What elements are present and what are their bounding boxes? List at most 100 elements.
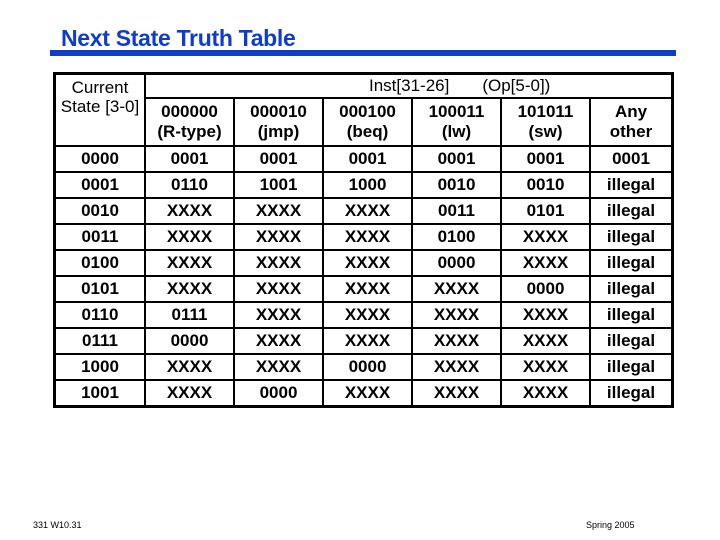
next-state-cell: XXXX (233, 301, 324, 329)
opcode-column-header: 100011 (lw) (411, 97, 502, 147)
next-state-cell: illegal (589, 249, 674, 277)
next-state-cell: XXXX (500, 223, 591, 251)
table-row: 0101 XXXX XXXX XXXX XXXX 0000 illegal (53, 275, 674, 303)
opcode-value: Any (614, 102, 648, 121)
next-state-cell: 0100 (411, 223, 502, 251)
opcode-name: (jmp) (257, 122, 300, 141)
opcode-value: 100011 (428, 102, 485, 121)
current-state-cell: 0110 (53, 301, 146, 329)
next-state-cell: XXXX (322, 327, 413, 355)
next-state-cell: XXXX (322, 275, 413, 303)
opcode-column-header: Any other (589, 97, 674, 147)
table-row: 0001 0110 1001 1000 0010 0010 illegal (53, 171, 674, 199)
next-state-cell: illegal (589, 197, 674, 225)
current-state-cell: 1000 (53, 353, 146, 381)
opcode-value: 000100 (339, 102, 396, 121)
current-state-cell: 0101 (53, 275, 146, 303)
current-state-cell: 0111 (53, 327, 146, 355)
table-row: 1000 XXXX XXXX 0000 XXXX XXXX illegal (53, 353, 674, 381)
opcode-column-header: 000010 (jmp) (233, 97, 324, 147)
next-state-cell: XXXX (322, 197, 413, 225)
next-state-cell: XXXX (411, 275, 502, 303)
next-state-cell: XXXX (233, 249, 324, 277)
table-row: 0100 XXXX XXXX XXXX 0000 XXXX illegal (53, 249, 674, 277)
next-state-cell: XXXX (322, 379, 413, 408)
header-row-2: 000000 (R-type) 000010 (jmp) 000100 (beq) 1000… (55, 97, 674, 147)
next-state-cell: 0101 (500, 197, 591, 225)
opcode-name: other (609, 122, 653, 141)
next-state-cell: 1001 (233, 171, 324, 199)
next-state-truth-table: Current State [3-0] Inst[31-26] (Op[5-0]… (53, 72, 674, 408)
opcode-name: (R-type) (157, 122, 222, 141)
opcode-column-header: 101011 (sw) (500, 97, 591, 147)
next-state-cell: 0000 (233, 379, 324, 408)
next-state-cell: 0001 (411, 145, 502, 173)
op-field-label: (Op[5-0]) (482, 76, 551, 95)
next-state-cell: XXXX (322, 223, 413, 251)
slide-title: Next State Truth Table (61, 25, 296, 51)
next-state-cell: XXXX (144, 197, 235, 225)
next-state-cell: 0000 (322, 353, 413, 381)
next-state-cell: 0010 (500, 171, 591, 199)
next-state-cell: XXXX (144, 223, 235, 251)
opcode-name: (lw) (441, 122, 472, 141)
opcode-column-header: 000100 (beq) (322, 97, 413, 147)
next-state-cell: illegal (589, 379, 674, 408)
next-state-cell: XXXX (322, 301, 413, 329)
table-row: 0010 XXXX XXXX XXXX 0011 0101 illegal (53, 197, 674, 225)
next-state-cell: 0111 (144, 301, 235, 329)
next-state-cell: 0110 (144, 171, 235, 199)
next-state-cell: XXXX (233, 353, 324, 381)
opcode-value: 101011 (517, 102, 574, 121)
next-state-cell: XXXX (500, 379, 591, 408)
opcode-name: (beq) (346, 122, 389, 141)
opcode-column-header: 000000 (R-type) (144, 97, 235, 147)
next-state-cell: 0000 (500, 275, 591, 303)
next-state-cell: 1000 (322, 171, 413, 199)
next-state-cell: 0001 (589, 145, 674, 173)
current-state-cell: 0011 (53, 223, 146, 251)
instruction-header: Inst[31-26] (Op[5-0]) (144, 72, 674, 99)
current-state-cell: 1001 (53, 379, 146, 408)
footer-term-label: Spring 2005 (586, 520, 635, 530)
next-state-cell: illegal (589, 353, 674, 381)
next-state-cell: illegal (589, 223, 674, 251)
title-underline-bar (50, 50, 676, 56)
next-state-cell: XXXX (411, 301, 502, 329)
footer-course-label: 331 W10.31 (33, 520, 82, 530)
next-state-cell: 0001 (500, 145, 591, 173)
opcode-value: 000000 (161, 102, 218, 121)
next-state-cell: 0011 (411, 197, 502, 225)
current-state-cell: 0010 (53, 197, 146, 225)
next-state-cell: XXXX (411, 379, 502, 408)
inst-field-label: Inst[31-26] (369, 76, 450, 95)
table-row: 0000 0001 0001 0001 0001 0001 0001 (53, 145, 674, 173)
next-state-cell: XXXX (144, 353, 235, 381)
next-state-cell: 0000 (144, 327, 235, 355)
next-state-cell: XXXX (144, 249, 235, 277)
next-state-cell: XXXX (233, 327, 324, 355)
next-state-cell: XXXX (233, 197, 324, 225)
opcode-name: (sw) (528, 122, 563, 141)
next-state-cell: XXXX (144, 275, 235, 303)
current-state-cell: 0100 (53, 249, 146, 277)
next-state-cell: 0001 (322, 145, 413, 173)
next-state-cell: 0010 (411, 171, 502, 199)
current-state-cell: 0001 (53, 171, 146, 199)
table-row: 0110 0111 XXXX XXXX XXXX XXXX illegal (53, 301, 674, 329)
table-row: 0011 XXXX XXXX XXXX 0100 XXXX illegal (53, 223, 674, 251)
next-state-cell: illegal (589, 171, 674, 199)
table-row: 1001 XXXX 0000 XXXX XXXX XXXX illegal (53, 379, 674, 408)
next-state-cell: 0000 (411, 249, 502, 277)
next-state-cell: XXXX (500, 249, 591, 277)
next-state-cell: XXXX (233, 275, 324, 303)
next-state-cell: XXXX (144, 379, 235, 408)
next-state-cell: 0001 (233, 145, 324, 173)
table-row: 0111 0000 XXXX XXXX XXXX XXXX illegal (53, 327, 674, 355)
next-state-cell: illegal (589, 301, 674, 329)
next-state-cell: XXXX (411, 327, 502, 355)
current-state-cell: 0000 (53, 145, 146, 173)
header-row-1: Current State [3-0] Inst[31-26] (Op[5-0]… (53, 72, 674, 147)
next-state-cell: 0001 (144, 145, 235, 173)
next-state-cell: XXXX (322, 249, 413, 277)
